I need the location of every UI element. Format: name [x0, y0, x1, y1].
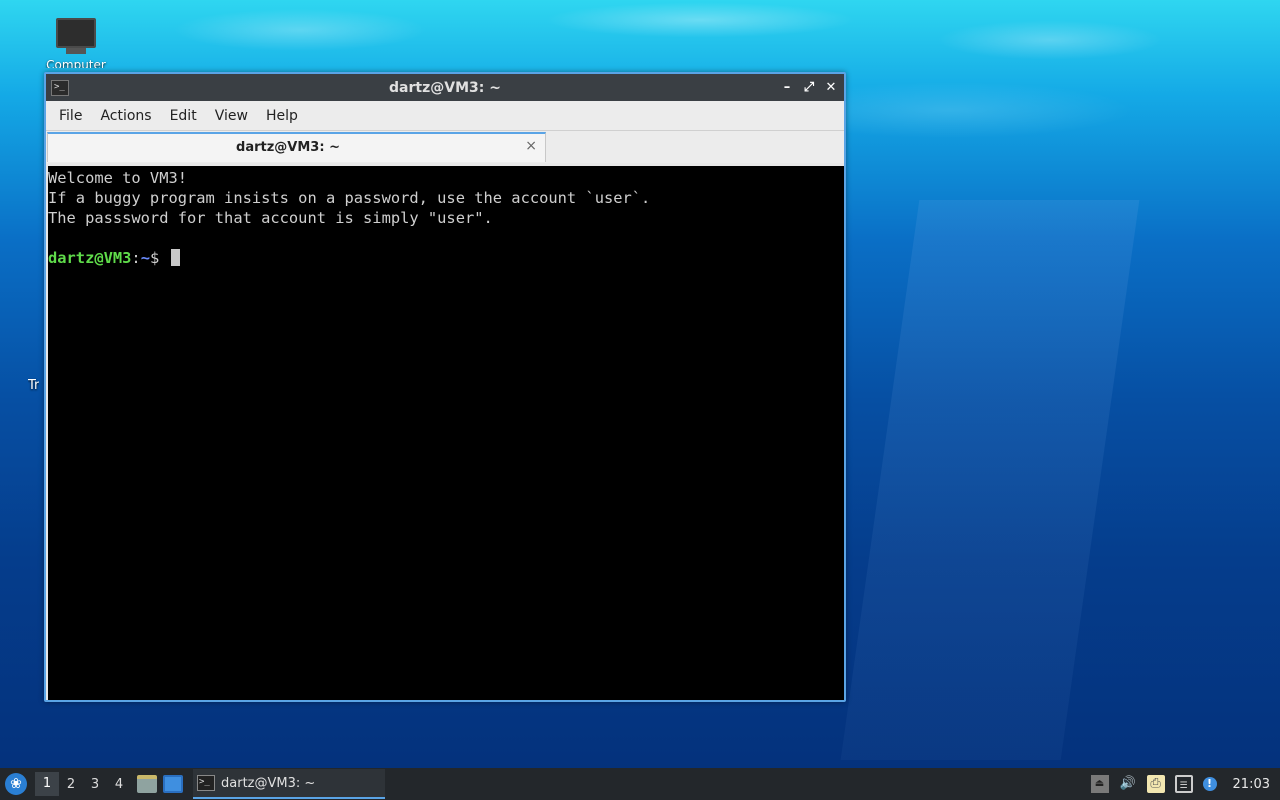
- tab-label: dartz@VM3: ~: [236, 140, 340, 155]
- wallpaper-light-beam: [840, 200, 1140, 760]
- tab-bar: dartz@VM3: ~ ×: [46, 131, 844, 163]
- terminal-icon: >_: [51, 79, 69, 96]
- volume-icon[interactable]: 🔊: [1119, 775, 1137, 793]
- menu-help[interactable]: Help: [257, 108, 307, 124]
- clipboard-icon[interactable]: ⎙: [1146, 775, 1165, 793]
- minimize-button[interactable]: –: [778, 79, 796, 97]
- workspace-2[interactable]: 2: [59, 777, 83, 792]
- desktop-icon-label: Tr: [28, 378, 40, 393]
- computer-icon-stand: [66, 48, 86, 54]
- file-manager-icon[interactable]: [137, 775, 157, 793]
- menu-actions[interactable]: Actions: [91, 108, 160, 124]
- task-label: dartz@VM3: ~: [221, 775, 316, 791]
- taskbar-task-terminal[interactable]: >_ dartz@VM3: ~: [193, 769, 385, 799]
- workspace-3[interactable]: 3: [83, 777, 107, 792]
- terminal-output[interactable]: Welcome to VM3! If a buggy program insis…: [48, 166, 844, 700]
- eject-icon[interactable]: ⏏: [1090, 775, 1109, 793]
- window-controls: – ⤢ ✕: [778, 79, 840, 97]
- network-icon[interactable]: ☰: [1174, 775, 1193, 793]
- terminal-icon: >_: [197, 775, 215, 791]
- menu-view[interactable]: View: [206, 108, 257, 124]
- prompt-separator: :: [131, 249, 141, 267]
- menubar: File Actions Edit View Help: [46, 101, 844, 131]
- window-titlebar[interactable]: >_ dartz@VM3: ~ – ⤢ ✕: [46, 74, 844, 101]
- workspace-1[interactable]: 1: [35, 772, 59, 796]
- terminal-line: The passsword for that account is simply…: [48, 209, 493, 227]
- desktop-icon-computer[interactable]: Computer: [40, 14, 112, 68]
- taskbar: ❀ 1 2 3 4 >_ dartz@VM3: ~ ⏏ 🔊 ⎙ ☰ ! 21:0…: [0, 768, 1280, 800]
- show-desktop-icon[interactable]: [163, 775, 183, 793]
- menu-edit[interactable]: Edit: [161, 108, 206, 124]
- prompt-symbol: $: [149, 249, 169, 267]
- close-button[interactable]: ✕: [822, 79, 840, 97]
- tab-close-icon[interactable]: ×: [525, 138, 537, 154]
- menu-file[interactable]: File: [50, 108, 91, 124]
- prompt-path: ~: [140, 249, 150, 267]
- terminal-line: If a buggy program insists on a password…: [48, 189, 651, 207]
- start-menu-icon[interactable]: ❀: [5, 773, 27, 795]
- computer-icon: [56, 18, 96, 48]
- terminal-window: >_ dartz@VM3: ~ – ⤢ ✕ File Actions Edit …: [44, 72, 846, 702]
- notification-icon[interactable]: !: [1202, 777, 1217, 791]
- workspace-4[interactable]: 4: [107, 777, 131, 792]
- desktop-icon-trash[interactable]: Tr: [28, 378, 39, 393]
- tab-terminal[interactable]: dartz@VM3: ~ ×: [47, 132, 546, 162]
- prompt-user: dartz@VM3: [48, 249, 132, 267]
- clock[interactable]: 21:03: [1233, 777, 1270, 792]
- text-cursor: [170, 249, 180, 266]
- window-title: dartz@VM3: ~: [389, 79, 501, 96]
- maximize-button[interactable]: ⤢: [800, 79, 818, 97]
- system-tray: ⏏ 🔊 ⎙ ☰ ! 21:03: [1090, 775, 1270, 793]
- terminal-line: Welcome to VM3!: [48, 169, 187, 187]
- desktop-icon-label: Computer: [46, 58, 106, 68]
